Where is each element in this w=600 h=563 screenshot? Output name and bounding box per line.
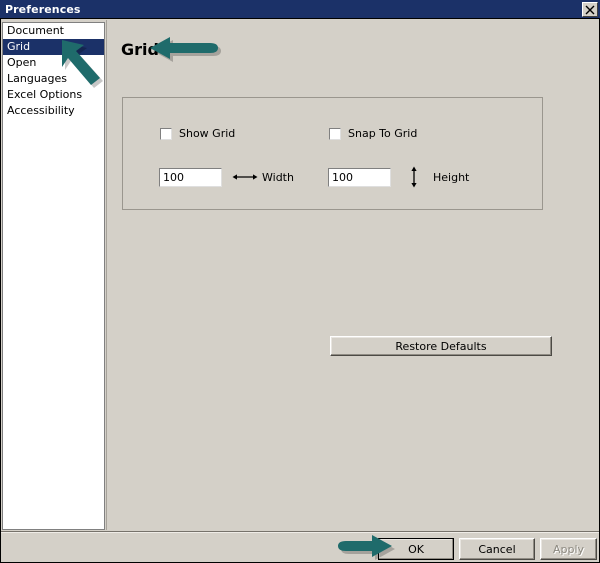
grid-height-input[interactable]: [328, 168, 391, 187]
sidebar-item-document[interactable]: Document: [3, 23, 104, 39]
sidebar-item-grid[interactable]: Grid: [3, 39, 104, 55]
sidebar-item-open[interactable]: Open: [3, 55, 104, 71]
category-list[interactable]: Document Grid Open Languages Excel Optio…: [2, 22, 105, 530]
show-grid-row: Show Grid: [160, 127, 235, 140]
grid-settings-group: Show Grid Snap To Grid Wid: [122, 97, 543, 210]
snap-to-grid-checkbox-box[interactable]: [329, 128, 341, 140]
width-field-row: Width: [159, 167, 294, 187]
show-grid-checkbox-box[interactable]: [160, 128, 172, 140]
sidebar-item-excel-options[interactable]: Excel Options: [3, 87, 104, 103]
preferences-dialog: Preferences Document Grid Open Languages…: [0, 0, 600, 563]
content-pane: Grid Show Grid Snap To Grid: [106, 20, 599, 530]
sidebar-item-accessibility[interactable]: Accessibility: [3, 103, 104, 119]
snap-to-grid-checkbox[interactable]: Snap To Grid: [329, 127, 417, 140]
sidebar-item-languages[interactable]: Languages: [3, 71, 104, 87]
show-grid-checkbox[interactable]: Show Grid: [160, 127, 235, 140]
window-title: Preferences: [0, 0, 81, 19]
footer-divider-highlight: [1, 532, 599, 533]
grid-height-label: Height: [433, 171, 469, 184]
ok-button[interactable]: OK: [378, 538, 454, 560]
restore-defaults-button[interactable]: Restore Defaults: [330, 336, 552, 356]
snap-to-grid-label: Snap To Grid: [348, 127, 417, 140]
close-button[interactable]: [582, 2, 598, 17]
apply-button: Apply: [540, 538, 597, 560]
cancel-button[interactable]: Cancel: [459, 538, 535, 560]
vertical-double-arrow-icon: [405, 167, 423, 187]
snap-to-grid-row: Snap To Grid: [329, 127, 417, 140]
horizontal-double-arrow-icon: [232, 167, 258, 187]
show-grid-label: Show Grid: [179, 127, 235, 140]
title-bar: Preferences: [0, 0, 600, 19]
page-title: Grid: [121, 40, 159, 59]
grid-width-label: Width: [262, 171, 294, 184]
height-field-row: Height: [328, 167, 469, 187]
grid-width-input[interactable]: [159, 168, 222, 187]
